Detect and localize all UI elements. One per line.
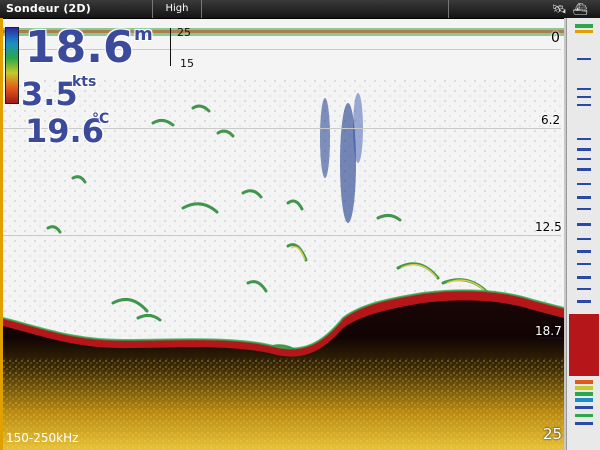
zoom-top-depth: 25 (177, 26, 191, 39)
a-scope-bottom-return (569, 314, 599, 376)
depth-scale-label: 0 (551, 30, 560, 46)
satellite-icon: 🛰 (551, 2, 573, 16)
digital-depth-marker (538, 337, 562, 339)
zoom-window-indicator (170, 28, 171, 66)
page-title: Sondeur (2D) (6, 2, 91, 15)
a-scope-graph (569, 24, 599, 425)
a-scope-ticks (577, 58, 591, 303)
a-scope-return (575, 24, 593, 28)
color-palette-bar (5, 27, 19, 104)
bait-column (320, 98, 330, 178)
status-icons: 🛰⛴ (552, 2, 594, 16)
depth-readout: 18.6 (25, 22, 134, 73)
depth-unit: m (134, 24, 153, 45)
ship-icon: ⛴ (572, 2, 594, 16)
bottom-speckle (3, 358, 564, 450)
depth-gridline (3, 235, 561, 236)
zoom-bottom-depth: 15 (180, 57, 194, 70)
speed-readout: 3.5 (21, 75, 78, 113)
a-scope-return (575, 30, 593, 33)
frequency-label: 150-250kHz (6, 431, 79, 445)
title-bar: Sondeur (2D) High 🛰⛴ (0, 0, 600, 19)
depth-scale-label: 12.5 (535, 220, 562, 234)
title-divider (448, 0, 449, 18)
sensitivity-mode[interactable]: High (152, 0, 202, 18)
depth-scale-label: 6.2 (541, 113, 561, 127)
depth-scale-label: 25 (543, 425, 563, 443)
speed-unit: kts (72, 74, 97, 90)
temperature-unit: °C (92, 111, 110, 127)
a-scope-sediment (575, 380, 593, 425)
a-scope-panel (566, 18, 600, 450)
depth-scale-label: 18.7 (535, 324, 562, 338)
sonar-app: Sondeur (2D) High 🛰⛴ 18.6 m 3.5 kts 19.6… (0, 0, 600, 450)
